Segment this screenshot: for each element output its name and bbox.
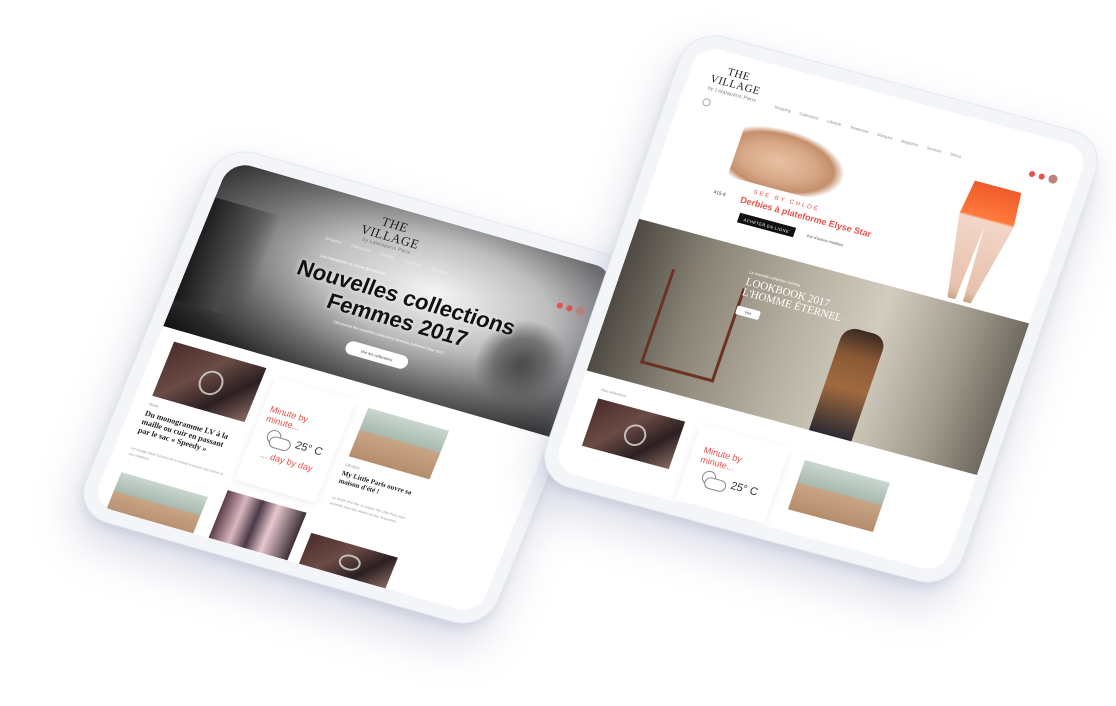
weather-temp: 25° C [293,439,325,459]
nav-item[interactable]: Services [926,145,942,154]
tablet-left-screen: THE VILLAGE by Lalalaparis Paris Shoppin… [91,160,617,615]
nav-item[interactable]: Magazine [431,266,450,275]
hero-figure-shadow [173,197,283,320]
section-label: Nos sélections [600,387,628,399]
product-image[interactable] [727,119,854,205]
article-kicker: Mode [148,401,160,409]
sun-cloud-icon [697,469,728,493]
bag-icon[interactable] [565,304,574,312]
user-avatar-icon[interactable] [1047,173,1059,185]
header-icons [1028,169,1059,185]
tablet-right: THE VILLAGE by Lalalaparis Paris Shoppin… [535,28,1107,590]
article-image[interactable] [104,472,208,538]
heart-icon[interactable] [1028,169,1037,178]
article-kicker: Mode [204,542,217,550]
nav-item[interactable]: Magazine [900,138,918,147]
article-image[interactable] [787,459,890,533]
nav-item[interactable]: Marques [877,132,894,141]
nav-item[interactable]: Tendances [849,124,869,134]
nav-item[interactable]: Collections [799,111,820,121]
lookbook-button[interactable]: Voir [734,305,762,321]
site-logo[interactable]: THE VILLAGE by Lalalaparis Paris [706,63,765,104]
user-avatar-icon[interactable] [574,305,587,317]
nav-item[interactable]: Lifestyle [379,251,395,260]
weather-card: Minute by minute... 25° C [675,423,791,524]
sun-cloud-icon [261,428,293,452]
nav-item[interactable]: Tendances [403,258,423,268]
article-image[interactable] [298,532,398,590]
bag-icon[interactable] [1038,172,1046,180]
article-image[interactable] [348,407,450,480]
more-models-link[interactable]: Voir d'autres modèles [806,233,845,248]
nav-item[interactable]: Shopping [325,235,343,244]
nav-item[interactable]: Stores [949,151,962,159]
nav-item[interactable]: Shopping [774,104,792,113]
product-price: 415 € [712,189,727,199]
article-image[interactable] [581,398,686,470]
lookbook-shelf [639,269,746,383]
tablet-right-screen: THE VILLAGE by Lalalaparis Paris Shoppin… [552,44,1090,574]
weather-temp: 25° C [728,479,760,499]
hero-cta-button[interactable]: Voir les collections [343,339,411,371]
search-icon[interactable] [701,97,712,108]
lookbook-model [808,325,888,442]
header-icons [555,300,587,317]
article-image[interactable] [152,341,267,423]
heart-icon[interactable] [555,301,565,309]
model-legs-image[interactable] [920,176,1036,310]
tablet-left: THE VILLAGE by Lalalaparis Paris Shoppin… [73,144,635,631]
article-kicker: Lifestyle [344,461,361,471]
nav-item[interactable]: Lifestyle [826,118,842,127]
hero-title: Nouvelles collections Femmes 2017 [293,254,520,352]
article-image[interactable] [208,490,307,562]
